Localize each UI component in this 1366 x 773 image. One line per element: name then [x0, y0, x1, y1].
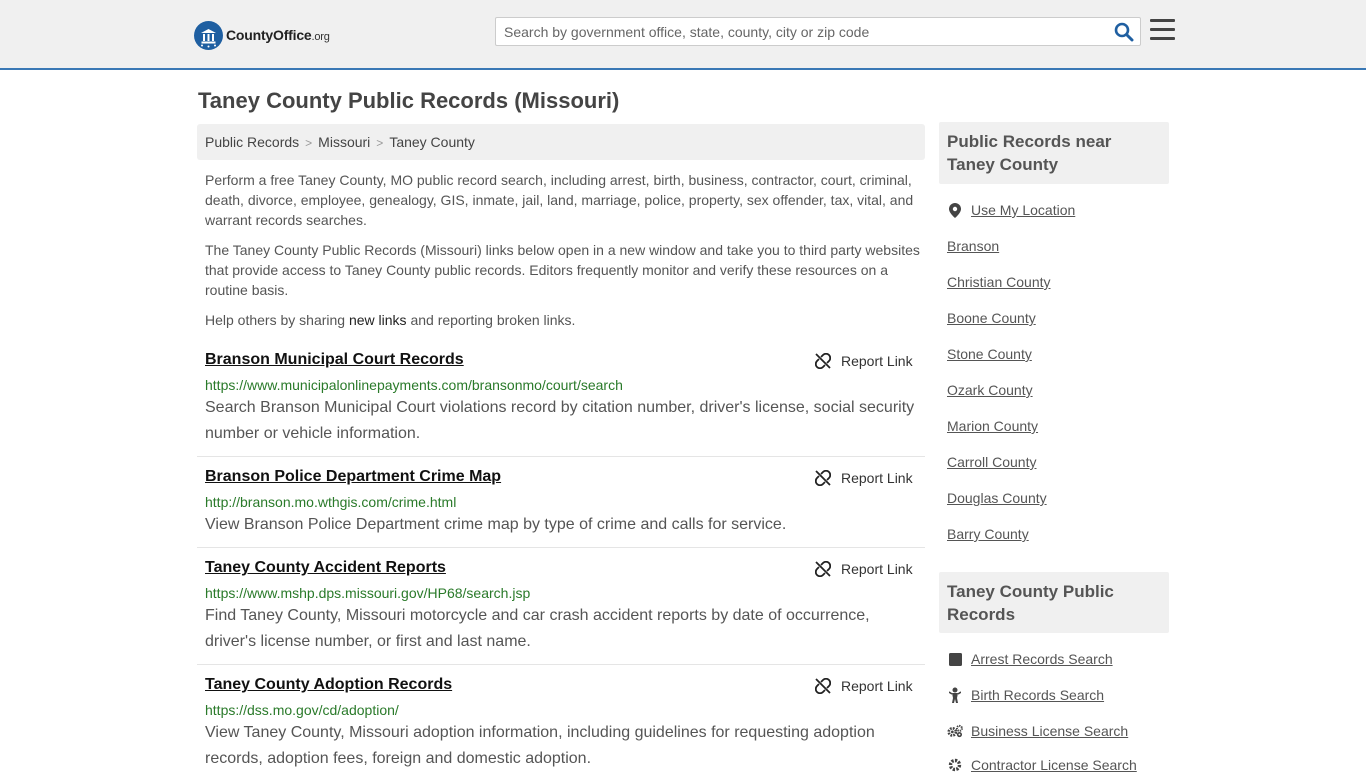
record-title-link[interactable]: Branson Police Department Crime Map [205, 468, 501, 486]
business-license-label: Business License Search [971, 723, 1129, 739]
report-link-button[interactable]: Report Link [815, 561, 913, 577]
new-links-link[interactable]: new links [349, 312, 407, 328]
square-icon [947, 651, 963, 667]
nearby-link-douglas-county[interactable]: Douglas County [947, 490, 1047, 506]
site-header: CountyOffice.org [0, 0, 1366, 70]
business-license-link[interactable]: Business License Search [947, 723, 1128, 739]
use-my-location-link[interactable]: Use My Location [947, 202, 1075, 218]
nearby-link-barry-county[interactable]: Barry County [947, 526, 1029, 542]
share-text-after: and reporting broken links. [406, 312, 576, 328]
report-link-label: Report Link [841, 353, 913, 369]
share-links-note: Help others by sharing new links and rep… [205, 310, 920, 330]
nearby-records-heading: Public Records near Taney County [939, 122, 1169, 184]
share-text-before: Help others by sharing [205, 312, 349, 328]
site-logo[interactable]: CountyOffice.org [194, 20, 330, 50]
contractor-license-label: Contractor License Search [971, 757, 1137, 773]
breadcrumb-public-records[interactable]: Public Records [205, 134, 299, 150]
breadcrumb-missouri[interactable]: Missouri [318, 134, 370, 150]
breadcrumb: Public Records > Missouri > Taney County [197, 124, 925, 160]
report-link-button[interactable]: Report Link [815, 678, 913, 694]
record-title-link[interactable]: Taney County Adoption Records [205, 676, 452, 694]
breadcrumb-taney-county[interactable]: Taney County [389, 134, 475, 150]
record-description: Search Branson Municipal Court violation… [205, 399, 915, 442]
nearby-link-branson[interactable]: Branson [947, 238, 999, 254]
nearby-link-christian-county[interactable]: Christian County [947, 274, 1051, 290]
broken-link-icon [815, 470, 831, 486]
report-link-button[interactable]: Report Link [815, 353, 913, 369]
record-item: Taney County Accident Reports Report Lin… [197, 548, 925, 665]
search-box [495, 17, 1141, 46]
record-item: Branson Municipal Court Records Report L… [197, 340, 925, 457]
page-title: Taney County Public Records (Missouri) [198, 88, 620, 113]
record-url: https://www.mshp.dps.missouri.gov/HP68/s… [205, 585, 531, 601]
record-item: Taney County Adoption Records Report Lin… [197, 665, 925, 768]
report-link-button[interactable]: Report Link [815, 470, 913, 486]
nearby-link-ozark-county[interactable]: Ozark County [947, 382, 1033, 398]
record-url: https://www.municipalonlinepayments.com/… [205, 377, 623, 393]
logo-text: CountyOffice.org [226, 27, 330, 43]
record-url: https://dss.mo.gov/cd/adoption/ [205, 702, 399, 718]
record-description: Find Taney County, Missouri motorcycle a… [205, 607, 870, 650]
breadcrumb-separator-icon: > [305, 136, 313, 150]
map-marker-icon [947, 202, 963, 218]
record-title-link[interactable]: Taney County Accident Reports [205, 559, 446, 577]
county-records-heading: Taney County Public Records [939, 572, 1169, 633]
nearby-link-boone-county[interactable]: Boone County [947, 310, 1036, 326]
gear-icon [947, 757, 963, 773]
birth-records-link[interactable]: Birth Records Search [947, 687, 1104, 703]
third-party-notice: The Taney County Public Records (Missour… [205, 242, 920, 298]
record-description: View Branson Police Department crime map… [205, 516, 787, 533]
breadcrumb-separator-icon: > [376, 136, 384, 150]
report-link-label: Report Link [841, 678, 913, 694]
logo-badge-icon [194, 20, 223, 50]
contractor-license-link[interactable]: Contractor License Search [947, 757, 1137, 773]
broken-link-icon [815, 678, 831, 694]
logo-main-text: CountyOffice [226, 27, 312, 43]
logo-suffix-text: .org [311, 31, 330, 43]
hamburger-menu-icon[interactable] [1150, 19, 1175, 41]
arrest-records-label: Arrest Records Search [971, 651, 1113, 667]
birth-records-label: Birth Records Search [971, 687, 1105, 703]
record-item: Branson Police Department Crime Map Repo… [197, 457, 925, 548]
report-link-label: Report Link [841, 561, 913, 577]
nearby-link-carroll-county[interactable]: Carroll County [947, 454, 1036, 470]
record-url: http://branson.mo.wthgis.com/crime.html [205, 494, 457, 510]
nearby-link-stone-county[interactable]: Stone County [947, 346, 1032, 362]
search-input[interactable] [496, 18, 1106, 45]
baby-icon [947, 687, 963, 703]
nearby-link-marion-county[interactable]: Marion County [947, 418, 1038, 434]
broken-link-icon [815, 561, 831, 577]
search-icon[interactable] [1114, 22, 1134, 42]
broken-link-icon [815, 353, 831, 369]
arrest-records-link[interactable]: Arrest Records Search [947, 651, 1113, 667]
use-my-location-label: Use My Location [971, 202, 1076, 218]
gears-icon [947, 723, 963, 739]
intro-paragraph: Perform a free Taney County, MO public r… [205, 172, 914, 228]
record-title-link[interactable]: Branson Municipal Court Records [205, 351, 464, 369]
record-description: View Taney County, Missouri adoption inf… [205, 724, 875, 767]
report-link-label: Report Link [841, 470, 913, 486]
